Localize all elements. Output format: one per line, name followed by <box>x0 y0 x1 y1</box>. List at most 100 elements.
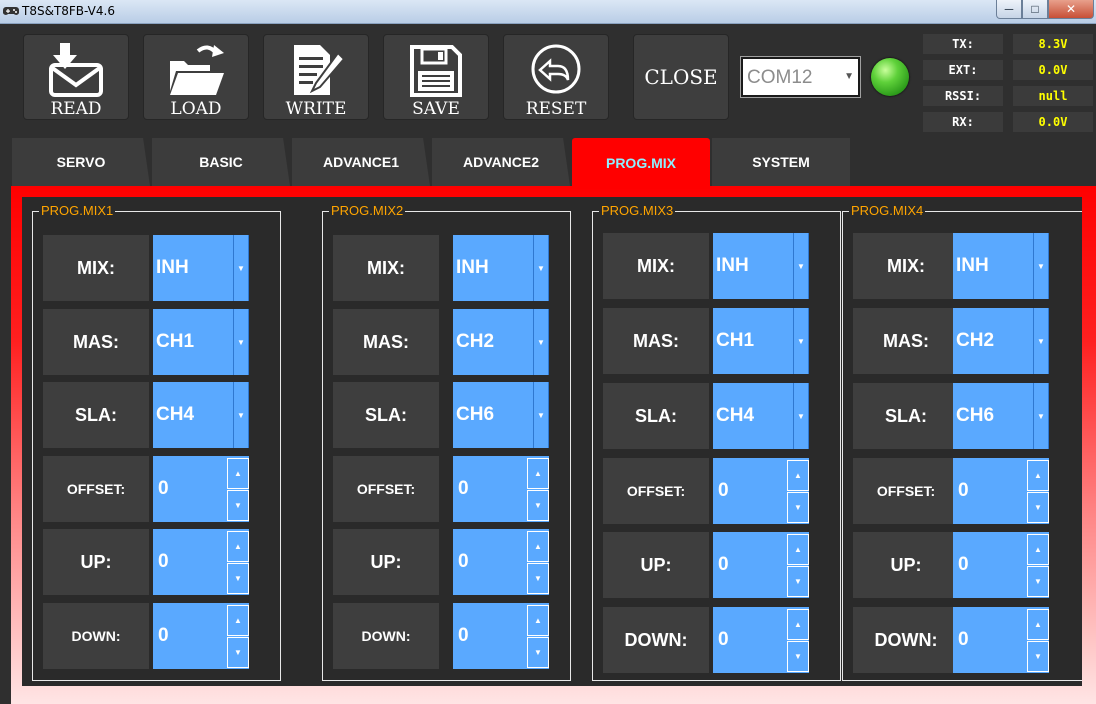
chevron-down-icon: ▼ <box>533 382 549 448</box>
step-up-button[interactable]: ▲ <box>527 531 549 562</box>
title-bar: T8S&T8FB-V4.6 ─ □ ✕ <box>0 0 1096 24</box>
step-up-button[interactable]: ▲ <box>527 458 549 489</box>
mix4-offset-stepper[interactable]: 0 ▲ ▼ <box>953 458 1049 524</box>
step-down-button[interactable]: ▼ <box>787 492 809 523</box>
step-up-button[interactable]: ▲ <box>1027 534 1049 565</box>
step-up-button[interactable]: ▲ <box>787 460 809 491</box>
step-up-button[interactable]: ▲ <box>1027 460 1049 491</box>
mix3-offset-stepper[interactable]: 0 ▲ ▼ <box>713 458 809 524</box>
chevron-down-icon: ▼ <box>844 71 854 82</box>
tab-advance1[interactable]: ADVANCE1 <box>292 138 430 186</box>
mix4-up-stepper[interactable]: 0 ▲ ▼ <box>953 532 1049 598</box>
mas-label: MAS: <box>853 308 959 374</box>
prog-mix4-group: PROG.MIX4 MIX: INH ▼ MAS: CH2 ▼ SLA: CH6… <box>842 203 1082 681</box>
close-icon: ✕ <box>1065 2 1077 16</box>
step-down-button[interactable]: ▼ <box>227 563 249 594</box>
gamepad-icon <box>3 7 19 15</box>
step-up-button[interactable]: ▲ <box>227 605 249 636</box>
mix3-master-value: CH1 <box>716 330 755 351</box>
step-up-button[interactable]: ▲ <box>227 458 249 489</box>
mix4-master-value: CH2 <box>956 330 995 351</box>
mix4-master-select[interactable]: CH2 ▼ <box>953 308 1049 374</box>
reset-button[interactable]: RESET <box>503 34 609 120</box>
mix2-offset-stepper[interactable]: 0 ▲ ▼ <box>453 456 549 522</box>
prog-mix2-group: PROG.MIX2 MIX: INH ▼ MAS: CH2 ▼ SLA: CH6… <box>322 203 571 681</box>
step-up-button[interactable]: ▲ <box>527 605 549 636</box>
mix1-slave-select[interactable]: CH4 ▼ <box>153 382 249 448</box>
status-label-rx: RX: <box>923 112 1003 132</box>
down-label: DOWN: <box>333 603 439 669</box>
step-up-button[interactable]: ▲ <box>227 531 249 562</box>
save-button[interactable]: SAVE <box>383 34 489 120</box>
window-close-button[interactable]: ✕ <box>1048 0 1094 19</box>
group-title: PROG.MIX3 <box>599 203 676 219</box>
step-down-button[interactable]: ▼ <box>527 490 549 521</box>
status-value-rssi: null <box>1013 86 1093 106</box>
read-label: READ <box>50 99 102 119</box>
mix3-up-stepper[interactable]: 0 ▲ ▼ <box>713 532 809 598</box>
mix3-master-select[interactable]: CH1 ▼ <box>713 308 809 374</box>
mail-download-icon <box>49 43 103 97</box>
group-title: PROG.MIX2 <box>329 203 406 219</box>
mix3-slave-select[interactable]: CH4 ▼ <box>713 383 809 449</box>
offset-label: OFFSET: <box>853 458 959 524</box>
tab-servo[interactable]: SERVO <box>12 138 150 186</box>
chevron-down-icon: ▼ <box>233 382 249 448</box>
step-down-button[interactable]: ▼ <box>227 637 249 668</box>
minimize-button[interactable]: ─ <box>996 0 1022 19</box>
load-label: LOAD <box>170 99 222 119</box>
tab-advance2[interactable]: ADVANCE2 <box>432 138 570 186</box>
step-down-button[interactable]: ▼ <box>1027 566 1049 597</box>
down-label: DOWN: <box>43 603 149 669</box>
mix1-slave-value: CH4 <box>156 404 195 425</box>
read-button[interactable]: READ <box>23 34 129 120</box>
step-down-button[interactable]: ▼ <box>227 490 249 521</box>
mix3-down-stepper[interactable]: 0 ▲ ▼ <box>713 607 809 673</box>
step-down-button[interactable]: ▼ <box>527 637 549 668</box>
mix4-down-stepper[interactable]: 0 ▲ ▼ <box>953 607 1049 673</box>
mix1-up-stepper[interactable]: 0 ▲ ▼ <box>153 529 249 595</box>
minimize-icon: ─ <box>1004 2 1014 16</box>
document-edit-icon <box>294 45 344 95</box>
step-up-button[interactable]: ▲ <box>787 534 809 565</box>
load-button[interactable]: LOAD <box>143 34 249 120</box>
step-down-button[interactable]: ▼ <box>527 563 549 594</box>
mix1-mode-select[interactable]: INH ▼ <box>153 235 249 301</box>
tab-prog-mix[interactable]: PROG.MIX <box>572 138 710 188</box>
mix2-down-stepper[interactable]: 0 ▲ ▼ <box>453 603 549 669</box>
mix-label: MIX: <box>853 233 959 299</box>
tab-system[interactable]: SYSTEM <box>712 138 850 186</box>
step-down-button[interactable]: ▼ <box>1027 492 1049 523</box>
com-port-select[interactable]: COM12 ▼ <box>740 56 861 98</box>
mix2-down-value: 0 <box>458 625 469 646</box>
up-label: UP: <box>853 532 959 598</box>
write-button[interactable]: WRITE <box>263 34 369 120</box>
chevron-down-icon: ▼ <box>793 233 809 299</box>
status-label-tx: TX: <box>923 34 1003 54</box>
prog-mix3-group: PROG.MIX3 MIX: INH ▼ MAS: CH1 ▼ SLA: CH4… <box>592 203 841 681</box>
mix4-slave-select[interactable]: CH6 ▼ <box>953 383 1049 449</box>
mix2-slave-select[interactable]: CH6 ▼ <box>453 382 549 448</box>
mix2-mode-select[interactable]: INH ▼ <box>453 235 549 301</box>
step-down-button[interactable]: ▼ <box>1027 641 1049 672</box>
mix2-master-select[interactable]: CH2 ▼ <box>453 309 549 375</box>
step-up-button[interactable]: ▲ <box>1027 609 1049 640</box>
mix1-mode-value: INH <box>156 257 189 278</box>
chevron-down-icon: ▼ <box>533 235 549 301</box>
chevron-down-icon: ▼ <box>233 235 249 301</box>
chevron-down-icon: ▼ <box>1033 308 1049 374</box>
mix2-up-stepper[interactable]: 0 ▲ ▼ <box>453 529 549 595</box>
close-port-button[interactable]: CLOSE <box>633 34 729 120</box>
step-up-button[interactable]: ▲ <box>787 609 809 640</box>
mix1-offset-stepper[interactable]: 0 ▲ ▼ <box>153 456 249 522</box>
tab-basic[interactable]: BASIC <box>152 138 290 186</box>
step-down-button[interactable]: ▼ <box>787 641 809 672</box>
mix1-master-select[interactable]: CH1 ▼ <box>153 309 249 375</box>
step-down-button[interactable]: ▼ <box>787 566 809 597</box>
maximize-button[interactable]: □ <box>1022 0 1048 19</box>
mix1-down-stepper[interactable]: 0 ▲ ▼ <box>153 603 249 669</box>
mix3-mode-select[interactable]: INH ▼ <box>713 233 809 299</box>
up-label: UP: <box>43 529 149 595</box>
mix4-mode-select[interactable]: INH ▼ <box>953 233 1049 299</box>
mix2-master-value: CH2 <box>456 331 495 352</box>
